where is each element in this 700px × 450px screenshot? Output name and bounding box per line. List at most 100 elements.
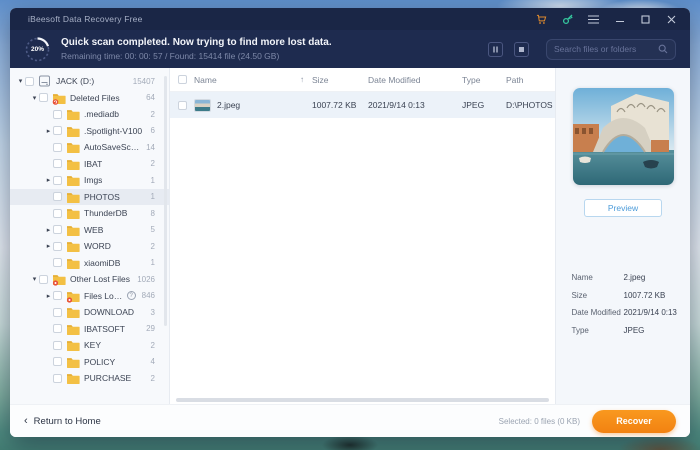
tree-item-label: PHOTOS (84, 191, 120, 202)
tree-checkbox[interactable] (53, 175, 62, 185)
expand-down-icon[interactable]: ▾ (16, 77, 25, 85)
tree-item-label: Deleted Files (70, 92, 120, 103)
tree-item-word[interactable]: ▸ WORD 2 (10, 238, 169, 255)
search-input[interactable] (554, 44, 658, 54)
stop-scan-button[interactable] (514, 41, 529, 57)
tree-item-count: 1 (150, 258, 155, 268)
expand-right-icon[interactable]: ▸ (44, 127, 53, 135)
tree-checkbox[interactable] (53, 192, 62, 202)
help-icon[interactable]: ? (126, 291, 136, 301)
tree-checkbox[interactable] (39, 274, 48, 284)
expand-right-icon[interactable]: ▸ (44, 292, 53, 300)
tree-checkbox[interactable] (53, 324, 62, 334)
column-header-size[interactable]: Size (312, 75, 368, 85)
tree-checkbox[interactable] (53, 208, 62, 218)
column-header-date[interactable]: Date Modified (368, 75, 462, 85)
return-home-label: Return to Home (33, 415, 101, 427)
tree-checkbox[interactable] (53, 142, 62, 152)
expand-right-icon[interactable]: ▸ (44, 176, 53, 184)
tree-item-xiaomidb[interactable]: xiaomiDB 1 (10, 255, 169, 272)
tree-checkbox[interactable] (53, 340, 62, 350)
tree-checkbox[interactable] (53, 225, 62, 235)
table-header: Name ↑ Size Date Modified Type Path (170, 68, 555, 92)
folder-icon (66, 158, 80, 170)
desktop-background: iBeesoft Data Recovery Free 20% Quick sc… (0, 0, 700, 450)
tree-item-files-lost-origin-[interactable]: ▸ Files Lost Origin...? 846 (10, 288, 169, 305)
pause-scan-button[interactable] (488, 41, 503, 57)
tree-item-deleted-files[interactable]: ▾ Deleted Files 64 (10, 90, 169, 107)
tree-item-policy[interactable]: POLICY 4 (10, 354, 169, 371)
expand-down-icon[interactable]: ▾ (30, 94, 39, 102)
tree-item-thunderdb[interactable]: ThunderDB 8 (10, 205, 169, 222)
row-checkbox[interactable] (177, 100, 187, 110)
detail-value: JPEG (623, 325, 645, 335)
minimize-icon[interactable] (613, 13, 626, 26)
tree-item-count: 6 (150, 126, 155, 136)
tree-item--mediadb[interactable]: .mediadb 2 (10, 106, 169, 123)
menu-icon[interactable] (587, 13, 600, 26)
preview-thumbnail (572, 88, 674, 185)
drive-icon (38, 75, 52, 87)
folder-icon (66, 207, 80, 220)
detail-row: Size 1007.72 KB (572, 291, 675, 301)
tree-item-imgs[interactable]: ▸ Imgs 1 (10, 172, 169, 189)
file-date: 2021/9/14 0:13 (368, 100, 425, 110)
select-all-checkbox[interactable] (177, 75, 187, 84)
tree-item-purchase[interactable]: PURCHASE 2 (10, 370, 169, 387)
tree-checkbox[interactable] (53, 258, 62, 268)
recover-button[interactable]: Recover (592, 409, 676, 433)
tree-checkbox[interactable] (53, 109, 62, 119)
file-path: D:\PHOTOS (506, 100, 553, 110)
tree-item-jack-d-[interactable]: ▾ JACK (D:) 15407 (10, 73, 169, 90)
expand-down-icon[interactable]: ▾ (30, 275, 39, 283)
expand-right-icon[interactable]: ▸ (44, 226, 53, 234)
tree-checkbox[interactable] (53, 159, 62, 169)
file-details: Name 2.jpeg Size 1007.72 KB Date Modified 202… (572, 273, 677, 343)
preview-button[interactable]: Preview (584, 199, 662, 217)
tree-item-count: 2 (150, 159, 155, 169)
title-bar: iBeesoft Data Recovery Free (10, 8, 690, 30)
column-header-name[interactable]: Name (194, 75, 217, 85)
return-home-button[interactable]: ‹ Return to Home (24, 415, 101, 427)
tree-item--spotlight-v100[interactable]: ▸ .Spotlight-V100 6 (10, 123, 169, 140)
tree-item-label: IBATSOFT (84, 323, 125, 334)
tree-item-label: IBAT (84, 158, 103, 169)
tree-item-count: 15407 (132, 76, 155, 86)
tree-item-photos[interactable]: PHOTOS 1 (10, 188, 169, 205)
search-icon (658, 44, 668, 54)
table-row[interactable]: 2.jpeg 1007.72 KB 2021/9/14 0:13 JPEG D:\PHO… (170, 92, 555, 118)
tree-item-label: ThunderDB (84, 208, 128, 219)
tree-checkbox[interactable] (53, 357, 62, 367)
tree-checkbox[interactable] (53, 241, 62, 251)
tree-checkbox[interactable] (53, 307, 62, 317)
sidebar-scrollbar[interactable] (164, 76, 167, 326)
column-header-type[interactable]: Type (462, 75, 506, 85)
tree-checkbox[interactable] (53, 291, 62, 301)
close-icon[interactable] (665, 13, 678, 26)
tree-item-ibatsoft[interactable]: IBATSOFT 29 (10, 321, 169, 338)
expand-right-icon[interactable]: ▸ (44, 242, 53, 250)
tree-item-ibat[interactable]: IBAT 2 (10, 156, 169, 173)
folder-icon (66, 224, 80, 236)
tree-item-download[interactable]: DOWNLOAD 3 (10, 304, 169, 321)
cart-icon[interactable] (535, 13, 548, 26)
tree-checkbox[interactable] (53, 126, 62, 136)
tree-item-autosavescan[interactable]: AutoSaveScan 14 (10, 139, 169, 156)
column-header-path[interactable]: Path (506, 75, 555, 85)
tree-checkbox[interactable] (53, 373, 62, 383)
tree-item-label: Imgs (84, 175, 103, 186)
key-icon[interactable] (561, 13, 574, 26)
scan-status-headline: Quick scan completed. Now trying to find… (61, 37, 332, 48)
folder-lost-icon (52, 273, 66, 286)
maximize-icon[interactable] (639, 13, 652, 26)
sort-up-icon[interactable]: ↑ (300, 75, 304, 84)
tree-item-key[interactable]: KEY 2 (10, 337, 169, 354)
folder-icon (66, 125, 80, 137)
tree-checkbox[interactable] (39, 93, 48, 103)
tree-checkbox[interactable] (25, 76, 34, 86)
search-box[interactable] (546, 38, 676, 60)
tree-item-web[interactable]: ▸ WEB 5 (10, 222, 169, 239)
tree-item-other-lost-files[interactable]: ▾ Other Lost Files 1026 (10, 271, 169, 288)
horizontal-scrollbar-thumb[interactable] (176, 398, 549, 402)
scan-progress-ring: 20% (24, 36, 51, 63)
